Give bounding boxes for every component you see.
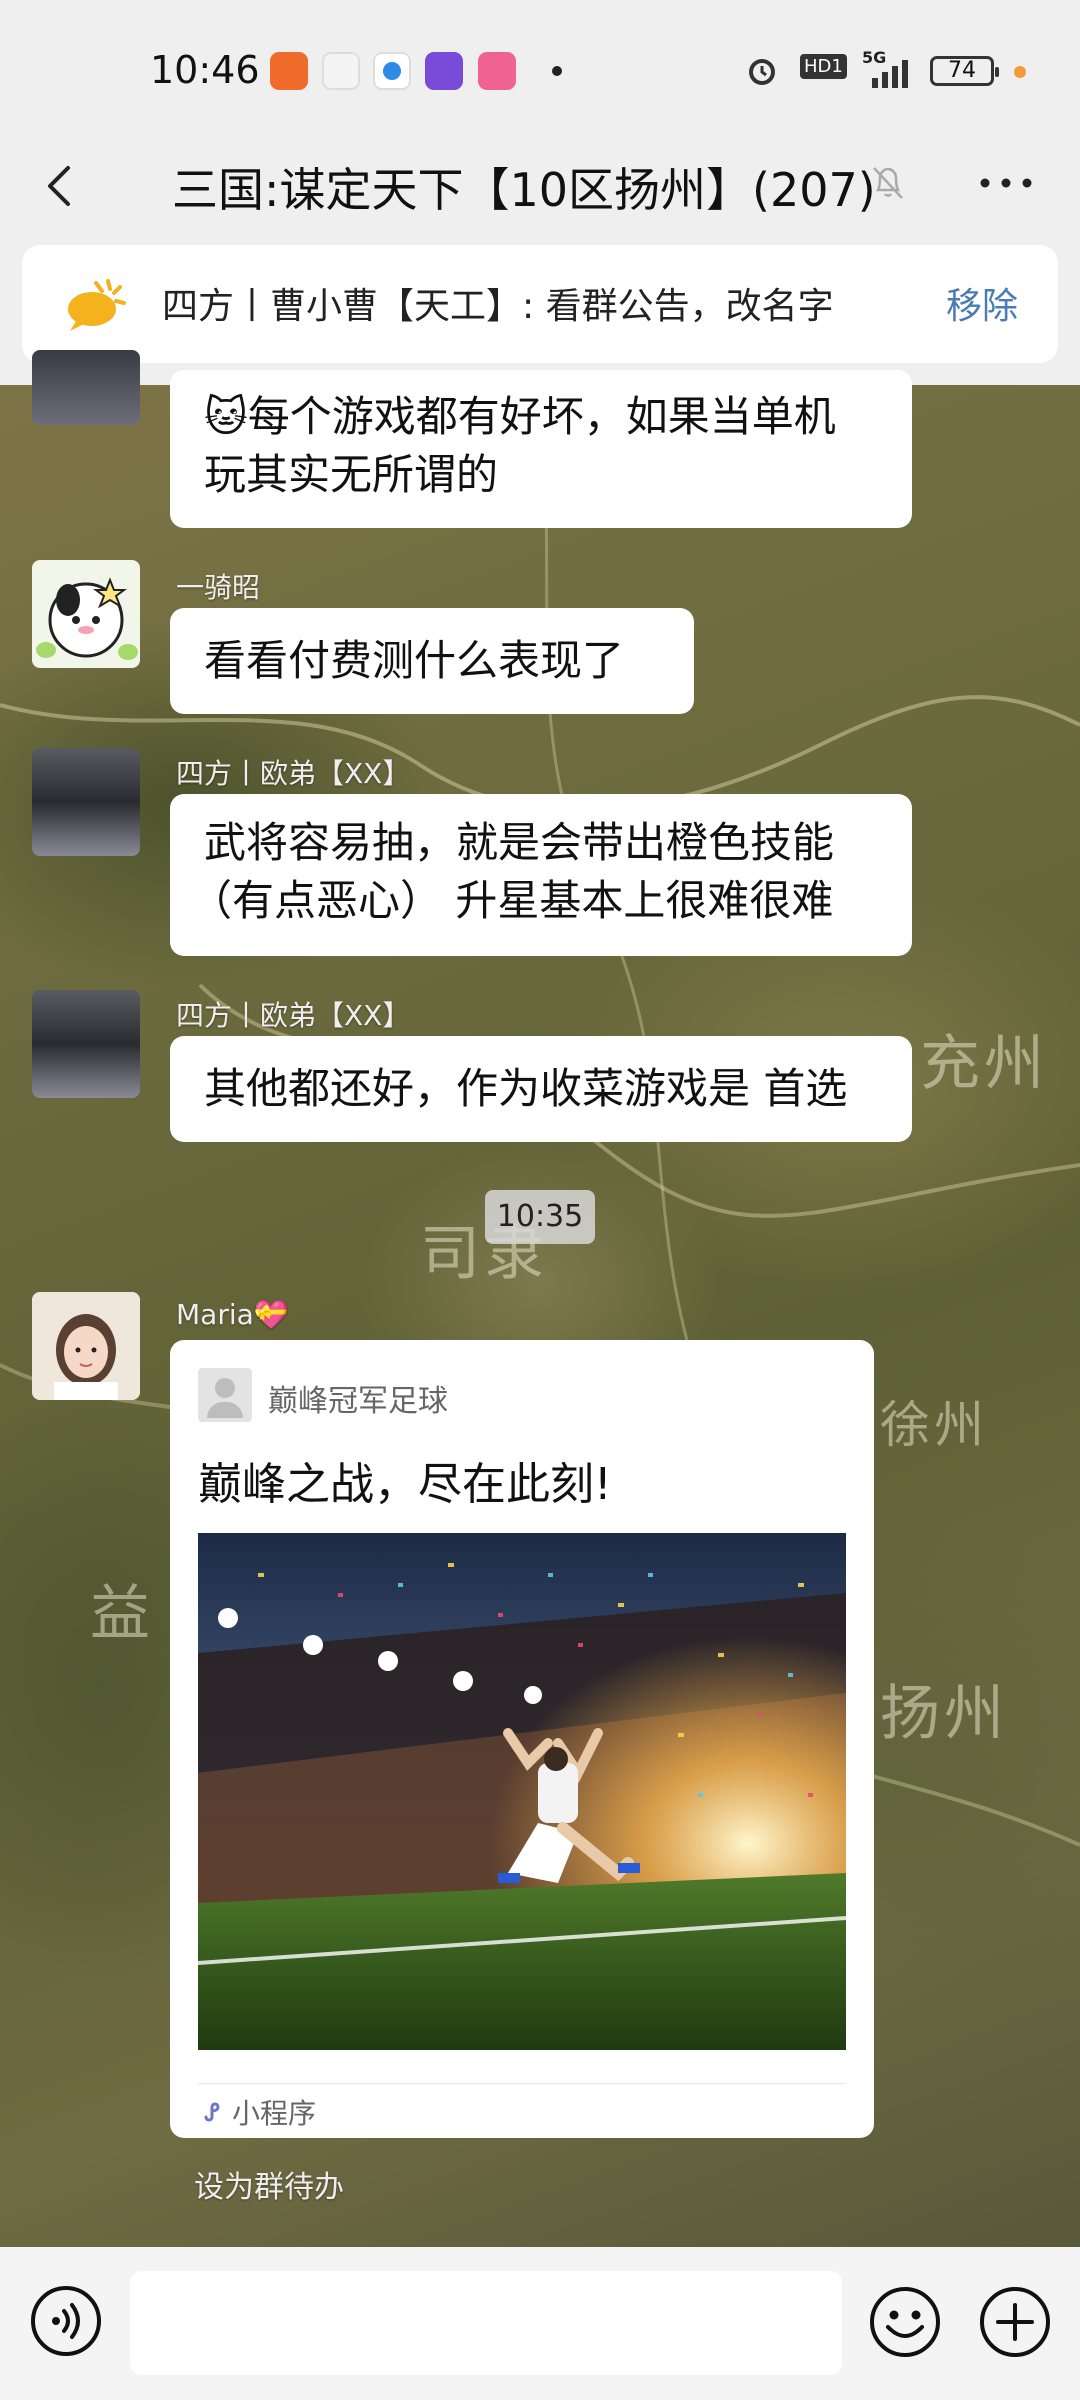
app-notification-icon [478,52,516,90]
card-footer: 小程序 [200,2092,316,2132]
battery-icon: 74 [930,56,999,86]
plus-icon[interactable] [978,2285,1052,2359]
more-options-icon[interactable] [978,176,1034,190]
mini-program-app-icon [198,1368,252,1422]
card-image[interactable] [198,1533,846,2050]
message-input[interactable] [130,2271,842,2375]
set-group-todo-link[interactable]: 设为群待办 [194,2162,344,2206]
message-line: 其他都还好，作为收菜游戏是 首选 [204,1064,848,1113]
mini-program-app-name: 巅峰冠军足球 [268,1384,448,1419]
chat-header: 三国:谋定天下【10区扬州】(207) [0,130,1080,245]
message-line: 看看付费测什么表现了 [204,636,625,685]
announcement-text: 四方丨曹小曹【天工】: 看群公告，改名字 [162,286,834,327]
emoji-icon[interactable] [868,2285,942,2359]
message-line: 玩其实无所谓的 [204,450,499,499]
announcement-icon [68,279,126,331]
mute-bell-icon [873,167,903,199]
input-bar [0,2247,1080,2400]
message-bubble[interactable]: 武将容易抽，就是会带出橙色技能 （有点恶心） 升星基本上很难很难 [170,794,912,956]
time-separator: 10:35 [485,1190,595,1244]
cat-emoji: 🐱 [204,392,248,441]
avatar[interactable] [32,748,140,856]
avatar[interactable] [32,350,140,425]
message-bubble[interactable]: 其他都还好，作为收菜游戏是 首选 [170,1036,912,1142]
sender-name: 一骑昭 [176,571,261,604]
status-time: 10:46 [150,48,260,92]
avatar[interactable] [32,990,140,1098]
alarm-icon [749,59,775,85]
avatar[interactable] [32,1292,140,1400]
message-line: 武将容易抽，就是会带出橙色技能 [204,818,835,867]
wallet-notification-icon [322,52,360,90]
message-line: 🐱每个游戏都有好坏，如果当单机 [204,392,836,441]
more-notifications-dot [552,66,562,76]
chat-title: 三国:谋定天下【10区扬州】(207) [172,163,876,217]
sender-name: 四方丨欧弟【XX】 [176,757,411,790]
hd-icon: HD1 [800,54,847,79]
app-notification-icon [425,52,463,90]
browser-notification-icon [373,52,411,90]
back-arrow-icon[interactable] [34,158,90,214]
avatar[interactable] [32,560,140,668]
message-line: （有点恶心） 升星基本上很难很难 [190,876,834,925]
card-title: 巅峰之战，尽在此刻! [198,1459,612,1510]
sender-name: 四方丨欧弟【XX】 [176,999,411,1032]
charging-dot [1014,66,1026,78]
status-bar: 10:46 HD1 5G 74 [0,0,1080,130]
mini-program-label: 小程序 [232,2097,317,2130]
announcement-bar: 四方丨曹小曹【天工】: 看群公告，改名字 移除 [0,245,1080,385]
message-bubble[interactable]: 看看付费测什么表现了 [170,608,694,714]
announcement-card[interactable]: 四方丨曹小曹【天工】: 看群公告，改名字 移除 [22,245,1058,363]
voice-input-icon[interactable] [30,2285,102,2357]
sender-name: Maria💝 [176,1298,289,1331]
remove-announcement-button[interactable]: 移除 [946,277,1018,329]
card-divider [198,2083,846,2084]
mini-program-card[interactable]: 巅峰冠军足球 巅峰之战，尽在此刻! 小程序 [170,1340,874,2138]
signal-icon [872,60,908,88]
message-bubble[interactable]: 🐱每个游戏都有好坏，如果当单机 玩其实无所谓的 [170,370,912,528]
app-notification-icon [270,52,308,90]
mini-program-icon [204,2102,220,2122]
